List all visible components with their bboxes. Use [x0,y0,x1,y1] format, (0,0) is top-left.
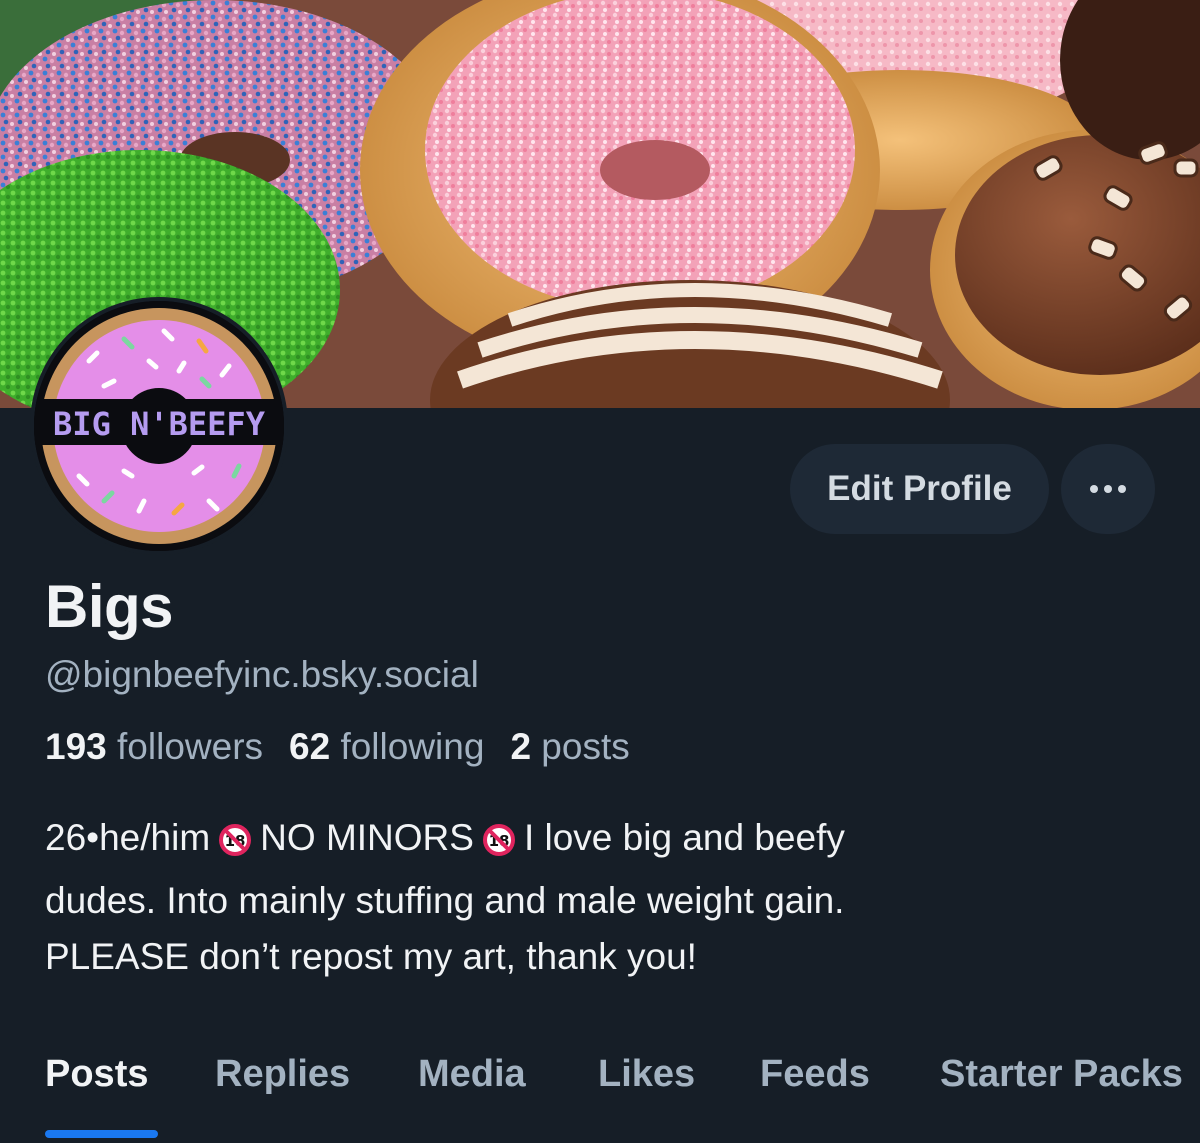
logo-text: BIG N'BEEFY [53,405,266,443]
ellipsis-icon [1090,485,1126,493]
no-under-18-icon: 18 [482,817,516,873]
profile-bio: 26•he/him18NO MINORS18I love big and bee… [45,810,1165,985]
active-tab-indicator [45,1130,158,1138]
tab-posts[interactable]: Posts [45,1053,148,1096]
tab-media[interactable]: Media [418,1053,526,1096]
edit-profile-button[interactable]: Edit Profile [790,444,1049,534]
no-under-18-icon: 18 [218,817,252,873]
tab-starter-packs[interactable]: Starter Packs [940,1053,1183,1096]
big-n-beefy-logo: BIG N'BEEFY [34,301,284,551]
display-name: Bigs [45,573,174,640]
bio-age-pronouns: 26•he/him [45,817,211,858]
tab-replies[interactable]: Replies [215,1053,350,1096]
profile-stats: 193 followers 62 following 2 posts [45,726,630,768]
followers-stat[interactable]: 193 followers [45,726,263,768]
following-stat[interactable]: 62 following [289,726,484,768]
bio-line-1: 26•he/him18NO MINORS18I love big and bee… [45,810,1165,873]
bio-no-minors: NO MINORS [260,817,474,858]
tab-feeds[interactable]: Feeds [760,1053,870,1096]
followers-label: followers [117,726,264,767]
following-label: following [340,726,485,767]
avatar[interactable]: BIG N'BEEFY [30,297,288,555]
followers-count: 193 [45,726,107,767]
profile-tabs: Posts Replies Media Likes Feeds Starter … [0,1048,1200,1143]
bio-line-3: PLEASE don’t repost my art, thank you! [45,936,697,977]
handle: @bignbeefyinc.bsky.social [45,654,479,695]
bio-line-2: dudes. Into mainly stuffing and male wei… [45,880,845,921]
bio-love-text: I love big and beefy [523,817,845,858]
posts-count: 2 [510,726,532,767]
following-count: 62 [289,726,331,767]
tab-likes[interactable]: Likes [598,1053,695,1096]
posts-stat: 2 posts [510,726,629,768]
more-options-button[interactable] [1061,444,1155,534]
posts-label: posts [541,726,630,767]
